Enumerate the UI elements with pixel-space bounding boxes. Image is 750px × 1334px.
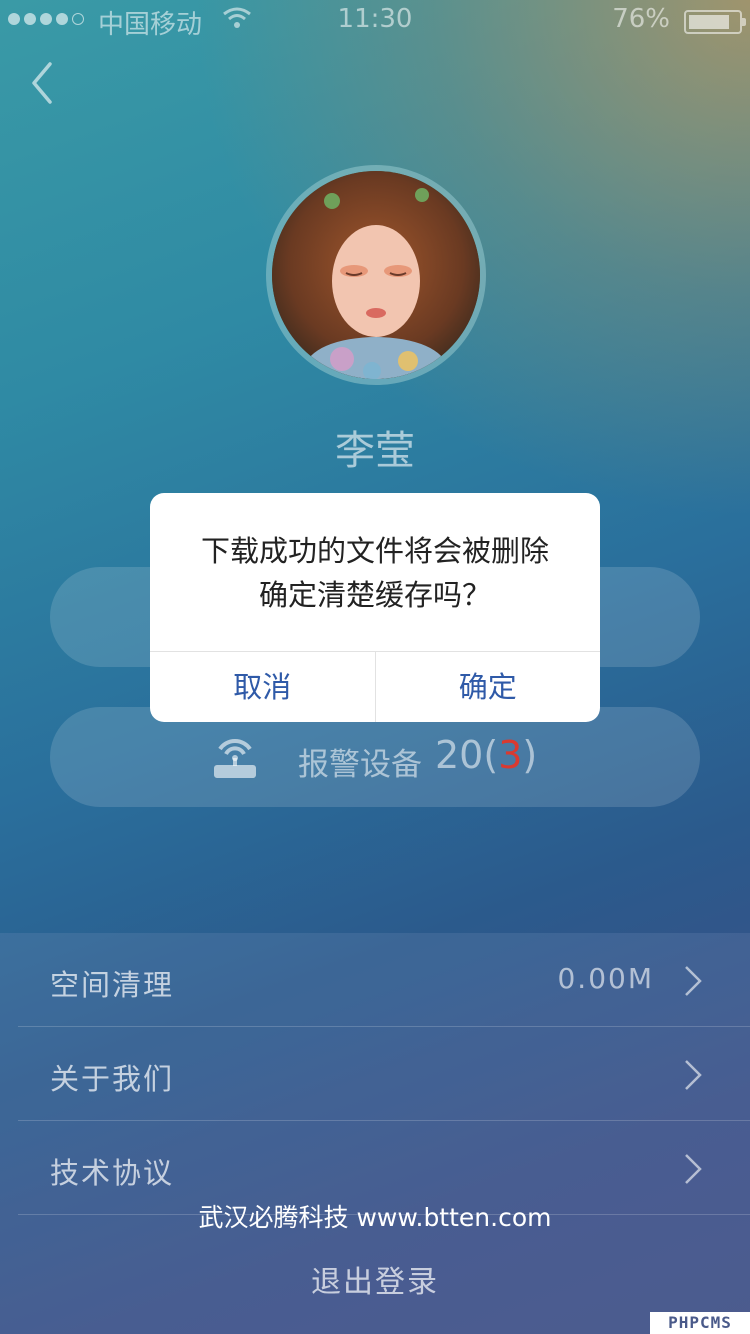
- battery-icon: [684, 10, 746, 34]
- alarm-alert-count: 3: [498, 733, 523, 777]
- dialog-message: 下载成功的文件将会被删除 确定清楚缓存吗？: [150, 529, 600, 617]
- settings-row-about-us[interactable]: 关于我们: [18, 1027, 750, 1121]
- alarm-devices-button[interactable]: 报警设备 20(3): [50, 707, 700, 807]
- chevron-right-icon: [685, 1060, 702, 1090]
- dialog-buttons: 取消 确定: [150, 651, 600, 722]
- company-watermark: 武汉必腾科技 www.btten.com: [198, 1203, 552, 1232]
- dialog-message-line-1: 下载成功的文件将会被删除: [200, 534, 549, 568]
- alarm-devices-label: 报警设备: [298, 747, 422, 783]
- back-button[interactable]: [22, 56, 66, 110]
- logout-button[interactable]: 退出登录: [0, 1257, 750, 1301]
- settings-row-label: 关于我们: [50, 1062, 175, 1096]
- settings-row-label: 技术协议: [50, 1156, 175, 1190]
- chevron-right-icon: [685, 966, 702, 996]
- status-bar: 中国移动 11:30 76%: [0, 0, 750, 40]
- settings-row-label: 空间清理: [50, 968, 175, 1002]
- confirm-button[interactable]: 确定: [374, 652, 601, 722]
- chevron-right-icon: [685, 1154, 702, 1184]
- router-icon: [214, 739, 256, 778]
- user-name: 李莹: [335, 428, 415, 474]
- settings-row-storage-cleanup[interactable]: 空间清理 0.00M: [18, 933, 750, 1027]
- clear-cache-dialog: 下载成功的文件将会被删除 确定清楚缓存吗？ 取消 确定: [150, 493, 600, 722]
- avatar[interactable]: [266, 165, 486, 385]
- avatar-photo: [272, 171, 480, 379]
- cache-size-value: 0.00M: [557, 962, 654, 995]
- phpcms-badge: PHPCMS: [650, 1312, 750, 1334]
- dialog-message-line-2: 确定清楚缓存吗？: [258, 578, 491, 612]
- battery-percentage: 76%: [612, 4, 670, 34]
- cancel-button[interactable]: 取消: [150, 652, 375, 722]
- alarm-devices-count: 20(3): [435, 733, 538, 777]
